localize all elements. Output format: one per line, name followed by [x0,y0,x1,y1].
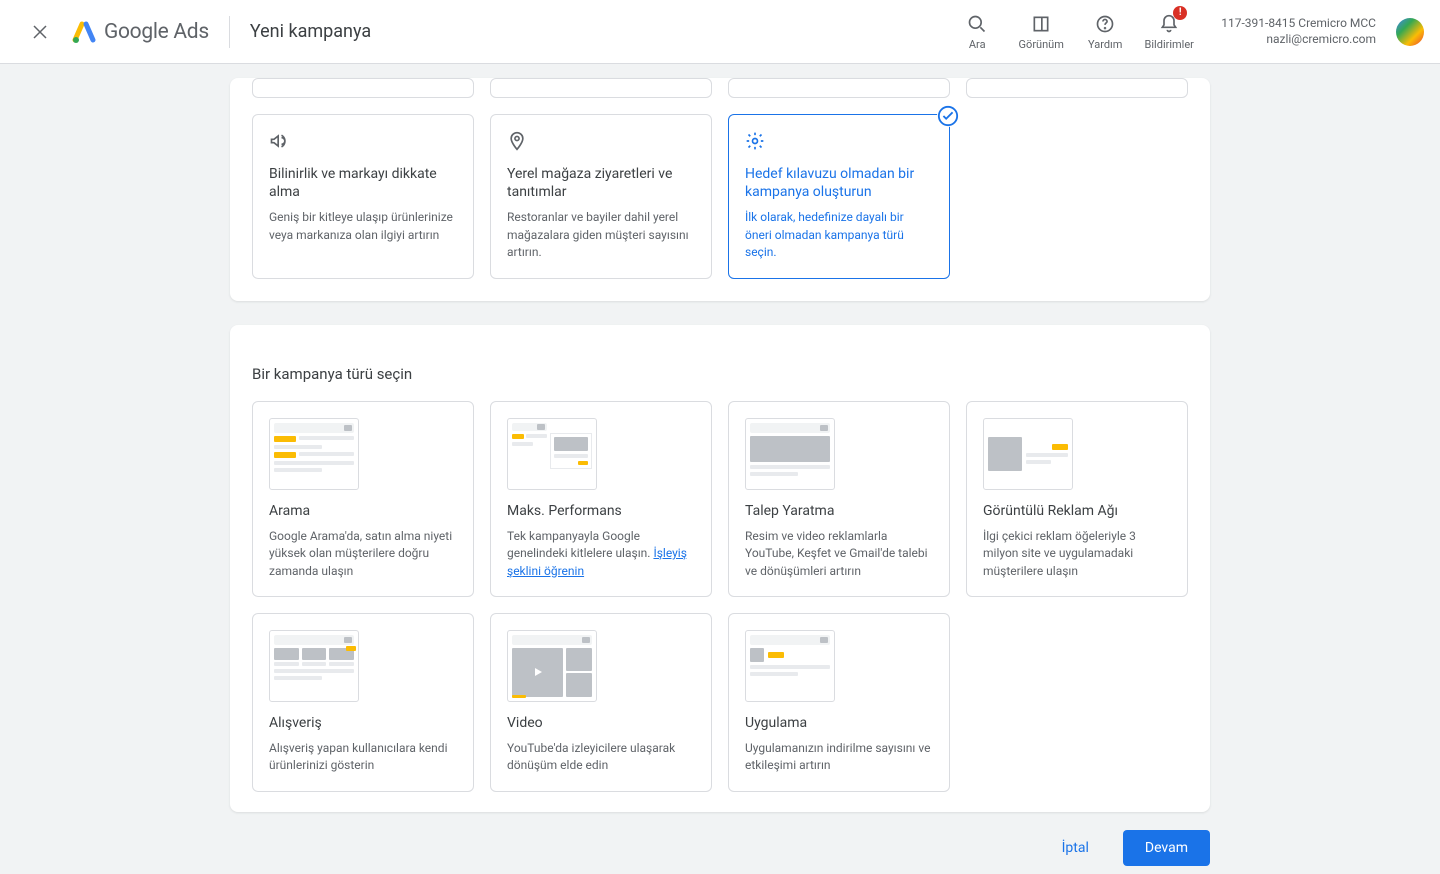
section-title: Bir kampanya türü seçin [252,345,1188,387]
continue-button[interactable]: Devam [1123,830,1210,866]
goal-placeholder[interactable] [252,78,474,98]
help-label: Yardım [1088,38,1122,51]
check-circle-icon [937,105,959,127]
type-title: Video [507,714,695,732]
goal-desc: Restoranlar ve bayiler dahil yerel mağaz… [507,209,695,261]
help-icon [1095,14,1115,34]
type-desc: Uygulamanızın indirilme sayısını ve etki… [745,740,933,775]
goal-desc: Geniş bir kitleye ulaşıp ürünlerinize ve… [269,209,457,244]
thumb-shopping [269,630,359,702]
help-button[interactable]: Yardım [1077,4,1133,60]
avatar[interactable] [1396,18,1424,46]
account-email: nazli@cremicro.com [1266,32,1376,48]
search-icon [967,14,987,34]
goal-local[interactable]: Yerel mağaza ziyaretleri ve tanıtımlar R… [490,114,712,279]
megaphone-icon [269,131,289,151]
campaign-type-card: Bir kampanya türü seçin Arama Google Ara… [230,325,1210,812]
goal-placeholder[interactable] [728,78,950,98]
divider [229,16,230,48]
thumb-video [507,630,597,702]
type-desc: YouTube'da izleyicilere ulaşarak dönüşüm… [507,740,695,775]
header-actions: Ara Görünüm Yardım ! Bildirimler 117-391… [949,4,1424,60]
type-demand[interactable]: Talep Yaratma Resim ve video reklamlarla… [728,401,950,597]
footer-actions: İptal Devam [230,812,1210,874]
goal-awareness[interactable]: Bilinirlik ve markayı dikkate alma Geniş… [252,114,474,279]
thumb-display [983,418,1073,490]
goals-card: Bilinirlik ve markayı dikkate alma Geniş… [230,78,1210,301]
goal-noguide[interactable]: Hedef kılavuzu olmadan bir kampanya oluş… [728,114,950,279]
app-header: Google Ads Yeni kampanya Ara Görünüm Yar… [0,0,1440,64]
type-app[interactable]: Uygulama Uygulamanızın indirilme sayısın… [728,613,950,792]
type-title: Talep Yaratma [745,502,933,520]
goal-placeholder[interactable] [490,78,712,98]
play-icon [533,667,543,677]
type-video[interactable]: Video YouTube'da izleyicilere ulaşarak d… [490,613,712,792]
close-icon [31,23,49,41]
type-search[interactable]: Arama Google Arama'da, satın alma niyeti… [252,401,474,597]
goal-title: Yerel mağaza ziyaretleri ve tanıtımlar [507,165,695,201]
type-title: Alışveriş [269,714,457,732]
thumb-search [269,418,359,490]
brand-name: Google Ads [104,20,209,44]
account-id-line: 117-391-8415 Cremicro MCC [1221,16,1376,32]
brand-logo: Google Ads [72,20,209,44]
goal-desc: İlk olarak, hedefinize dayalı bir öneri … [745,209,933,261]
type-title: Arama [269,502,457,520]
notifications-button[interactable]: ! Bildirimler [1141,4,1197,60]
type-desc: Google Arama'da, satın alma niyeti yükse… [269,528,457,580]
thumb-app [745,630,835,702]
type-desc: İlgi çekici reklam öğeleriyle 3 milyon s… [983,528,1171,580]
search-label: Ara [969,38,986,51]
thumb-demand [745,418,835,490]
search-button[interactable]: Ara [949,4,1005,60]
view-icon [1031,14,1051,34]
view-label: Görünüm [1019,38,1064,51]
ads-logo-icon [72,20,96,44]
cancel-button[interactable]: İptal [1040,830,1111,866]
account-info: 117-391-8415 Cremicro MCC nazli@cremicro… [1221,16,1376,47]
goal-title: Hedef kılavuzu olmadan bir kampanya oluş… [745,165,933,201]
pmax-desc-text: Tek kampanyayla Google genelindeki kitle… [507,529,653,560]
type-title: Uygulama [745,714,933,732]
gear-icon [745,131,765,151]
type-display[interactable]: Görüntülü Reklam Ağı İlgi çekici reklam … [966,401,1188,597]
thumb-pmax [507,418,597,490]
type-shopping[interactable]: Alışveriş Alışveriş yapan kullanıcılara … [252,613,474,792]
type-desc: Tek kampanyayla Google genelindeki kitle… [507,528,695,580]
notification-badge: ! [1173,6,1187,20]
type-desc: Alışveriş yapan kullanıcılara kendi ürün… [269,740,457,775]
page-title: Yeni kampanya [250,21,371,42]
view-button[interactable]: Görünüm [1013,4,1069,60]
selected-check [937,105,959,127]
pin-icon [507,131,527,151]
type-pmax[interactable]: Maks. Performans Tek kampanyayla Google … [490,401,712,597]
goal-placeholder[interactable] [966,78,1188,98]
type-title: Görüntülü Reklam Ağı [983,502,1171,520]
type-title: Maks. Performans [507,502,695,520]
notifications-label: Bildirimler [1145,38,1194,51]
type-desc: Resim ve video reklamlarla YouTube, Keşf… [745,528,933,580]
close-button[interactable] [16,8,64,56]
goal-title: Bilinirlik ve markayı dikkate alma [269,165,457,201]
